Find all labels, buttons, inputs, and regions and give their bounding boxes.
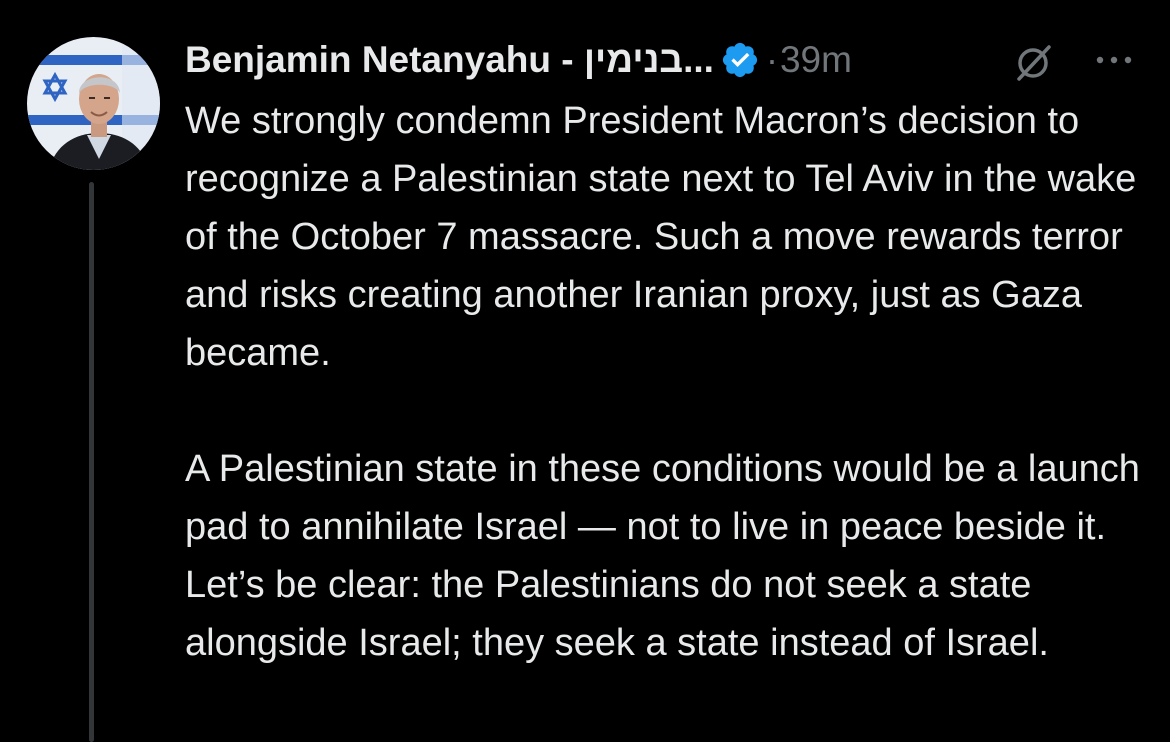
- tweet-container: Benjamin Netanyahu - בנימין... · 39m We …: [0, 0, 1170, 742]
- tweet-text: We strongly condemn President Macron’s d…: [185, 92, 1160, 672]
- author-avatar[interactable]: [27, 37, 160, 170]
- grok-icon[interactable]: [1014, 42, 1054, 82]
- more-options-icon[interactable]: [1094, 52, 1134, 68]
- tweet-timestamp[interactable]: 39m: [780, 39, 852, 81]
- verified-badge-icon: [720, 40, 760, 80]
- tweet-paragraph: We strongly condemn President Macron’s d…: [185, 100, 1137, 374]
- thread-line: [89, 182, 94, 742]
- avatar-photo: [27, 37, 160, 170]
- meta-separator: ·: [765, 39, 778, 80]
- tweet-paragraph: A Palestinian state in these conditions …: [185, 448, 1140, 664]
- author-display-name[interactable]: Benjamin Netanyahu - בנימין...: [185, 39, 714, 81]
